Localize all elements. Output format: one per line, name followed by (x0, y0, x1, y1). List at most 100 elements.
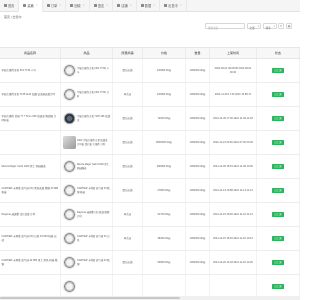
status-badge[interactable]: 已上架 (272, 283, 284, 290)
close-icon[interactable]: ✕ (83, 4, 85, 7)
breadcrumb: 首页 / 出售中 (0, 13, 300, 21)
listing-time-cell: 2021-11-09 17:30 2021 10:58:17 (210, 83, 257, 106)
product-summary: 宇舶大爆炸王者 (301.7733) 计时 (62, 88, 111, 101)
product-title[interactable]: 宇舶大爆炸王者 (301.7733) 计时 (77, 91, 111, 97)
horizontal-scrollbar[interactable] (0, 296, 300, 300)
product-title[interactable]: 宇舶大爆炸王者 7135 18K 玫瑰金 (77, 115, 111, 121)
status-badge[interactable]: 已上架 (272, 91, 284, 98)
product-image[interactable] (62, 160, 76, 173)
listing-time-cell: 2021-11-13 16:58 2021 11-13 11:13 (210, 179, 257, 202)
check-icon (93, 4, 97, 7)
table-toolbar: 搜索表名 全部 排序 ⟳ ▦ (0, 22, 300, 32)
tab-label: 出售中 (168, 4, 178, 8)
product-image[interactable] (62, 208, 76, 221)
table-row[interactable]: 宇舶大爆炸王者 301.7733.人马 宇舶大爆炸王者 (301.7733) 人马… (0, 59, 300, 83)
product-summary: 宇舶大爆炸王者 7135 18K 玫瑰金 (62, 112, 111, 125)
product-image[interactable] (62, 88, 76, 101)
table-row[interactable]: CARTIER 卡地亚 蓝气球 (W) 黑色表盘 精钢 33 MM 机械 CART… (0, 179, 300, 203)
tab-label: 回收 (74, 4, 81, 8)
column-header[interactable]: 所属商铺 (113, 48, 143, 58)
close-icon[interactable]: ✕ (59, 4, 61, 7)
product-summary: Mezza Magic Yacht 1000 男士 机械腕表 (62, 160, 111, 173)
tab-trade[interactable]: 买卖 ✕ (19, 0, 43, 12)
refresh-icon[interactable]: ⟳ (278, 23, 284, 29)
status-badge[interactable]: 已上架 (272, 187, 284, 194)
table-row[interactable]: CARTIER 卡地亚 蓝气球 42 MM 男士 黑色 机械 精钢 CARTIER… (0, 251, 300, 275)
tab-data[interactable]: 数据 ✕ (137, 0, 161, 12)
tab-shop[interactable]: 店铺 ✕ (113, 0, 137, 12)
product-name-cell: CARTIER 卡地亚 蓝气球 42 MM 男士 黑色 机械 精钢 (0, 251, 61, 274)
status-badge[interactable]: 已上架 (272, 259, 284, 266)
table-row[interactable]: Mezza Magic Yacht 1000 男士 机械腕表 Mezza Magi… (0, 155, 300, 179)
close-icon[interactable]: ✕ (130, 4, 132, 7)
table-row[interactable]: 宇舶大爆炸王者 7135.1110 钻圈 钛金属表盘计时 宇舶大爆炸王者 (301… (0, 83, 300, 107)
status-cell: 已上架 (257, 227, 300, 250)
product-image[interactable] (62, 64, 76, 77)
product-title[interactable]: Daytona 迪通拿 (金) 玫瑰 精钢 计时 (77, 211, 111, 217)
product-title[interactable]: CARTIER 卡地亚 蓝气球 33 精钢 机械 (77, 187, 111, 193)
order-icon (46, 4, 50, 7)
tab-appraisal[interactable]: 鉴定 ✕ (90, 0, 114, 12)
quantity-cell: 1000000.00元 (186, 59, 210, 82)
close-icon[interactable]: ✕ (36, 4, 38, 7)
product-summary: 1902 宇舶大爆炸王者 玫瑰金 计时表 铁打表 大爆炸 计时 (62, 136, 111, 149)
column-header[interactable]: 上架时间 (210, 48, 257, 58)
grid-icon[interactable]: ▦ (286, 23, 292, 29)
close-icon[interactable]: ✕ (153, 4, 155, 7)
tab-recycle[interactable]: 回收 ✕ (66, 0, 90, 12)
quantity-cell: 1000000.00元 (186, 203, 210, 226)
status-badge[interactable]: 已上架 (272, 115, 284, 122)
status-badge[interactable]: 已上架 (272, 211, 284, 218)
column-header[interactable]: 商品 (61, 48, 113, 58)
shop-cell: 默认店铺 (113, 131, 143, 154)
quantity-cell (186, 275, 210, 298)
product-image[interactable] (62, 280, 76, 293)
price-cell: 27800.00元 (143, 179, 186, 202)
product-image[interactable] (62, 256, 76, 269)
product-summary: 宇舶大爆炸王者 (301.7733) 人马 (62, 64, 111, 77)
tab-label: 数据 (144, 4, 152, 8)
scrollbar-thumb[interactable] (0, 297, 180, 299)
column-header[interactable]: 状态 (257, 48, 300, 58)
tab-label: 首页 (8, 4, 15, 8)
product-title[interactable]: 宇舶大爆炸王者 (301.7733) 人马 (77, 67, 111, 73)
column-header[interactable]: 数量 (186, 48, 210, 58)
tab-home[interactable]: 首页 (0, 0, 20, 12)
price-cell: 64800.00元 (143, 251, 186, 274)
table-row[interactable]: 1902 宇舶大爆炸王者 玫瑰金 计时表 铁打表 大爆炸 计时 默认店铺 80000… (0, 131, 300, 155)
product-title[interactable]: 1902 宇舶大爆炸王者 玫瑰金 计时表 铁打表 大爆炸 计时 (77, 139, 111, 145)
tab-orders[interactable]: 订单 ✕ (43, 0, 67, 12)
price-cell: 290000.00元 (143, 155, 186, 178)
table-row[interactable]: 宇舶大爆炸 美国 77.7 5mm 18K 玫瑰金 陶瓷圈 计时码表 宇舶大爆炸王… (0, 107, 300, 131)
table-row[interactable]: Daytona 迪通拿 (金) 蓝盘 计时 Daytona 迪通拿 (金) 玫瑰 … (0, 203, 300, 227)
tab-label: 买卖 (27, 3, 34, 8)
status-cell: 已上架 (257, 179, 300, 202)
price-cell: 8000000.00元 (143, 131, 186, 154)
product-title[interactable]: Mezza Magic Yacht 1000 男士 机械腕表 (77, 163, 111, 169)
product-title[interactable]: CARTIER 卡地亚 蓝气球 42 精钢 (77, 259, 111, 265)
sort-select[interactable]: 排序 (263, 23, 277, 30)
product-image[interactable] (62, 112, 76, 125)
status-badge[interactable]: 已上架 (272, 163, 284, 170)
close-icon[interactable]: ✕ (106, 4, 108, 7)
column-header[interactable]: 价格 (143, 48, 186, 58)
status-badge[interactable]: 已上架 (272, 139, 284, 146)
product-image[interactable] (62, 184, 76, 197)
status-cell: 已上架 (257, 59, 300, 82)
column-header[interactable]: 商品名称 (0, 48, 61, 58)
product-image[interactable] (62, 136, 76, 149)
status-cell: 已上架 (257, 83, 300, 106)
tab-on-sale[interactable]: 出售中 ✕ (160, 0, 187, 12)
table-row[interactable]: CARTIER 卡地亚 蓝气球 (W) 白色 33 MM 机械 自动 CARTIE… (0, 227, 300, 251)
product-name-cell (0, 131, 61, 154)
product-image[interactable] (62, 232, 76, 245)
filter-select[interactable]: 全部 (247, 23, 261, 30)
shop-cell (113, 275, 143, 298)
search-input[interactable]: 搜索表名 (205, 23, 245, 30)
close-icon[interactable]: ✕ (180, 4, 182, 7)
status-badge[interactable]: 已上架 (272, 235, 284, 242)
product-summary: CARTIER 卡地亚 蓝气球 33 白色 (62, 232, 111, 245)
status-cell: 已上架 (257, 275, 300, 298)
status-badge[interactable]: 已上架 (272, 67, 284, 74)
product-title[interactable]: CARTIER 卡地亚 蓝气球 33 白色 (77, 235, 111, 241)
